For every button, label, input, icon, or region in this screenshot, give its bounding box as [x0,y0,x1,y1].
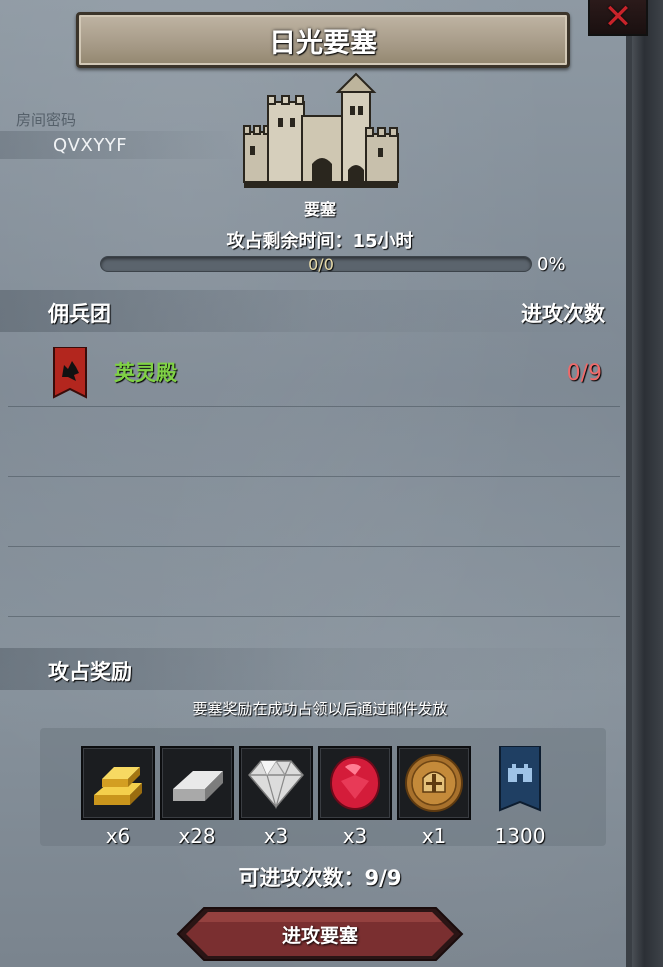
reward-qty: x6 [105,824,131,848]
reward-slot [239,746,313,820]
table-row-empty [8,547,620,617]
diamond-icon [248,759,304,810]
title-plate: 日光要塞 [76,12,570,68]
reward-qty: x3 [263,824,289,848]
reward-slot [160,746,234,820]
attack-fortress-label: 进攻要塞 [281,924,358,947]
column-header-attacks: 进攻次数 [521,302,605,326]
reward-item[interactable]: x28 [160,746,234,848]
reward-item[interactable]: x3 [239,746,313,848]
time-remaining: 攻占剩余时间：15小时 [226,231,414,252]
guild-name: 英灵殿 [114,361,177,385]
reward-title: 攻占奖励 [48,660,132,684]
fortress-label: 要塞 [303,200,336,219]
table-row[interactable]: 英灵殿 0/9 [8,337,620,407]
reward-slot [397,746,471,820]
reward-item[interactable]: x6 [81,746,155,848]
attack-fortress-button[interactable]: 进攻要塞 [176,906,464,962]
fortress-banner-icon [499,746,541,812]
guild-attack-count: 0/9 [566,361,602,386]
reward-qty: x1 [421,824,447,848]
reward-slot [318,746,392,820]
castle-icon [243,72,399,188]
progress-count: 0/0 [308,255,334,274]
ruby-icon [329,755,381,811]
wolf-banner-icon [53,347,87,399]
close-icon: ✕ [603,0,633,37]
close-button[interactable]: ✕ [588,0,648,36]
knight-coin-icon [405,754,463,812]
page-title: 日光要塞 [269,27,377,59]
reward-slot [81,746,155,820]
reward-qty: x3 [342,824,368,848]
panel-frame-edge [632,0,663,967]
reward-item[interactable]: x1 [397,746,471,848]
room-password-label: 房间密码 [16,111,77,129]
table-row-empty [8,407,620,477]
attacks-available: 可进攻次数：9/9 [238,866,402,890]
reward-item[interactable]: 1300 [484,746,556,848]
iron-ingot-icon [173,771,223,801]
reward-qty: 1300 [494,824,546,848]
reward-item[interactable]: x3 [318,746,392,848]
table-row-empty [8,477,620,547]
reward-qty: x28 [178,824,216,848]
column-header-guild: 佣兵团 [48,302,111,326]
gold-bar-icon [94,767,142,805]
room-password-value[interactable]: QVXYYF [53,135,127,156]
progress-percent: 0% [537,254,566,275]
reward-note: 要塞奖励在成功占领以后通过邮件发放 [192,700,448,718]
